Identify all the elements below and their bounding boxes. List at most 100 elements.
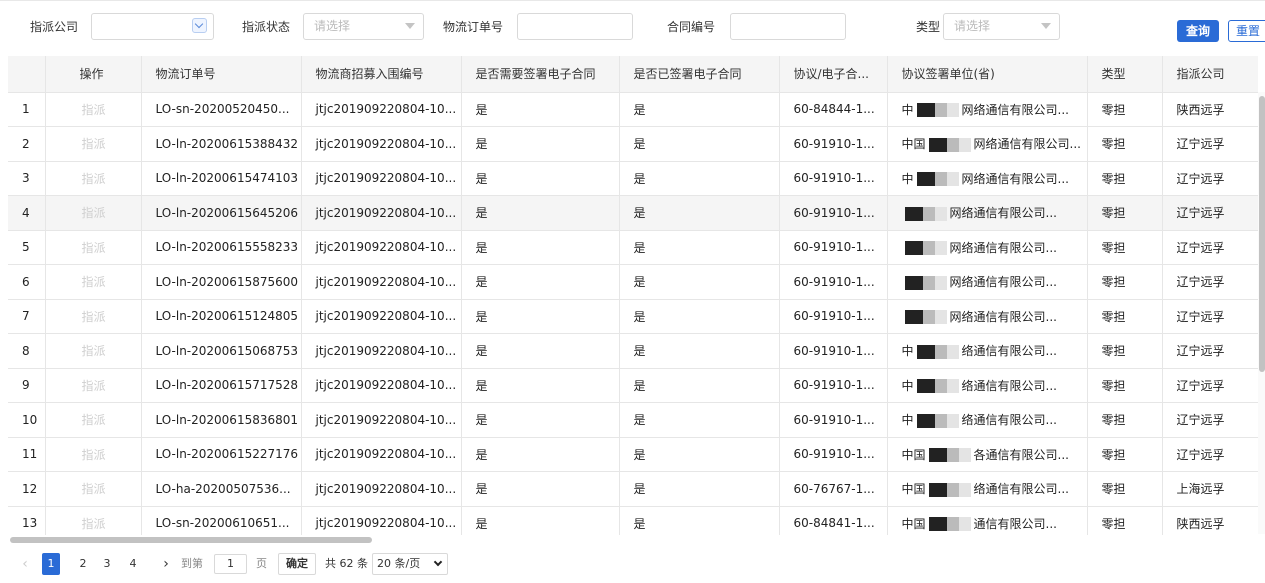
order-number-cell: LO-ln-20200615068753 [141, 333, 302, 369]
contract-number-cell: 60-91910-1... [779, 230, 888, 265]
sign-unit-suffix: 网络通信有限公司... [949, 309, 1057, 324]
signed-contract-cell: 是 [619, 402, 780, 438]
table-row[interactable]: 2 指派 LO-ln-20200615388432 jtjc201909220804-… [8, 126, 1258, 162]
type-cell: 零担 [1087, 471, 1163, 507]
contract-number-cell: 60-76767-1... [779, 471, 888, 507]
type-cell: 零担 [1087, 299, 1163, 334]
page-2-button[interactable]: 2 [74, 553, 92, 575]
assign-link[interactable]: 指派 [45, 195, 142, 231]
table-row[interactable]: 7 指派 LO-ln-20200615124805 jtjc201909220804-… [8, 299, 1258, 334]
need-contract-cell: 是 [461, 161, 620, 196]
need-contract-cell: 是 [461, 92, 620, 127]
table-row[interactable]: 10 指派 LO-ln-20200615836801 jtjc201909220804… [8, 402, 1258, 438]
type-label: 类型 [916, 20, 941, 34]
table-row[interactable]: 13 指派 LO-sn-20200610651... jtjc201909220804… [8, 506, 1258, 535]
signed-contract-cell: 是 [619, 471, 780, 507]
sign-unit-cell: 网络通信有限公司... [887, 195, 1088, 231]
contract-field[interactable] [741, 14, 845, 39]
table-row[interactable]: 5 指派 LO-ln-20200615558233 jtjc201909220804-… [8, 230, 1258, 265]
reset-button[interactable]: 重置 [1228, 20, 1265, 42]
order-number-cell: LO-ln-20200615388432 [141, 126, 302, 162]
page-1-button[interactable]: 1 [42, 553, 60, 575]
type-cell: 零担 [1087, 333, 1163, 369]
column-header-type: 类型 [1087, 56, 1163, 93]
assign-link[interactable]: 指派 [45, 402, 142, 438]
contract-number-cell: 60-91910-1... [779, 402, 888, 438]
type-select[interactable]: 请选择 [943, 13, 1060, 40]
need-contract-cell: 是 [461, 195, 620, 231]
order-number-cell: LO-ln-20200615875600 [141, 264, 302, 300]
table-row[interactable]: 4 指派 LO-ln-20200615645206 jtjc201909220804-… [8, 195, 1258, 231]
table-row[interactable]: 9 指派 LO-ln-20200615717528 jtjc201909220804-… [8, 368, 1258, 403]
assign-link[interactable]: 指派 [45, 333, 142, 369]
signed-contract-cell: 是 [619, 368, 780, 403]
table-header: 操作 物流订单号 物流商招募入围编号 是否需要签署电子合同 是否已签署电子合同 … [8, 56, 1258, 93]
column-header-sign-unit: 协议签署单位(省) [887, 56, 1088, 93]
status-select[interactable]: 请选择 [303, 13, 424, 40]
sign-unit-suffix: 各通信有限公司... [973, 447, 1069, 462]
prev-page-icon[interactable]: ‹ [18, 553, 32, 575]
assign-link[interactable]: 指派 [45, 437, 142, 472]
sign-unit-cell: 中 络通信有限公司... [887, 368, 1088, 403]
assign-link[interactable]: 指派 [45, 471, 142, 507]
assign-link[interactable]: 指派 [45, 230, 142, 265]
assign-link[interactable]: 指派 [45, 161, 142, 196]
sign-unit-prefix: 中国 [901, 516, 926, 531]
table-row[interactable]: 8 指派 LO-ln-20200615068753 jtjc201909220804-… [8, 333, 1258, 369]
order-field[interactable] [528, 14, 632, 39]
table-row[interactable]: 11 指派 LO-ln-20200615227176 jtjc201909220804… [8, 437, 1258, 472]
assign-link[interactable]: 指派 [45, 299, 142, 334]
redacted-mosaic [928, 137, 971, 152]
sign-unit-prefix: 中 [901, 344, 914, 359]
contract-input[interactable] [730, 13, 846, 40]
assign-link[interactable]: 指派 [45, 506, 142, 535]
caret-down-icon [1041, 23, 1051, 29]
table-row[interactable]: 12 指派 LO-ha-20200507536... jtjc201909220804… [8, 471, 1258, 507]
signed-contract-cell: 是 [619, 195, 780, 231]
page-size-select[interactable]: 20 条/页 [372, 553, 448, 575]
sign-unit-prefix: 中国 [901, 137, 926, 152]
sign-unit-prefix: 中 [901, 102, 914, 117]
table-row[interactable]: 3 指派 LO-ln-20200615474103 jtjc201909220804-… [8, 161, 1258, 196]
column-header-company: 指派公司 [1162, 56, 1258, 93]
vertical-scrollbar[interactable] [1259, 96, 1265, 372]
sign-unit-suffix: 网络通信有限公司... [973, 137, 1081, 152]
row-index: 4 [8, 195, 46, 231]
table-row[interactable]: 6 指派 LO-ln-20200615875600 jtjc201909220804-… [8, 264, 1258, 300]
row-index: 6 [8, 264, 46, 300]
page-size-value: 20 条/页 [377, 557, 421, 570]
company-cell: 陕西远孚 [1162, 92, 1258, 127]
company-select[interactable] [91, 13, 214, 40]
signed-contract-cell: 是 [619, 126, 780, 162]
assign-link[interactable]: 指派 [45, 126, 142, 162]
assign-link[interactable]: 指派 [45, 368, 142, 403]
company-cell: 辽宁远孚 [1162, 126, 1258, 162]
column-header-signed-contract: 是否已签署电子合同 [619, 56, 780, 93]
type-cell: 零担 [1087, 126, 1163, 162]
order-number-cell: LO-sn-20200610651... [141, 506, 302, 535]
page-3-button[interactable]: 3 [98, 553, 116, 575]
assign-link[interactable]: 指派 [45, 92, 142, 127]
contract-number-cell: 60-91910-1... [779, 368, 888, 403]
row-index: 12 [8, 471, 46, 507]
contract-number-cell: 60-91910-1... [779, 161, 888, 196]
order-input[interactable] [517, 13, 633, 40]
page-4-button[interactable]: 4 [124, 553, 142, 575]
order-label: 物流订单号 [443, 20, 504, 34]
redacted-mosaic [916, 172, 959, 187]
filter-bar: 指派公司 指派状态 请选择 物流订单号 合同编号 类型 请选择 查询 重置 [0, 0, 1265, 54]
data-table: 操作 物流订单号 物流商招募入围编号 是否需要签署电子合同 是否已签署电子合同 … [8, 56, 1258, 535]
recruit-number-cell: jtjc201909220804-10... [301, 195, 462, 231]
table-row[interactable]: 1 指派 LO-sn-20200520450... jtjc201909220804-… [8, 92, 1258, 127]
assign-link[interactable]: 指派 [45, 264, 142, 300]
chevron-down-icon [192, 18, 207, 33]
redacted-mosaic [904, 275, 947, 290]
signed-contract-cell: 是 [619, 299, 780, 334]
next-page-icon[interactable]: › [159, 553, 173, 575]
horizontal-scrollbar[interactable] [10, 537, 372, 543]
recruit-number-cell: jtjc201909220804-10... [301, 333, 462, 369]
query-button[interactable]: 查询 [1177, 20, 1219, 42]
confirm-page-button[interactable]: 确定 [278, 553, 316, 575]
sign-unit-cell: 中 络通信有限公司... [887, 333, 1088, 369]
goto-page-input[interactable]: 1 [214, 554, 247, 574]
